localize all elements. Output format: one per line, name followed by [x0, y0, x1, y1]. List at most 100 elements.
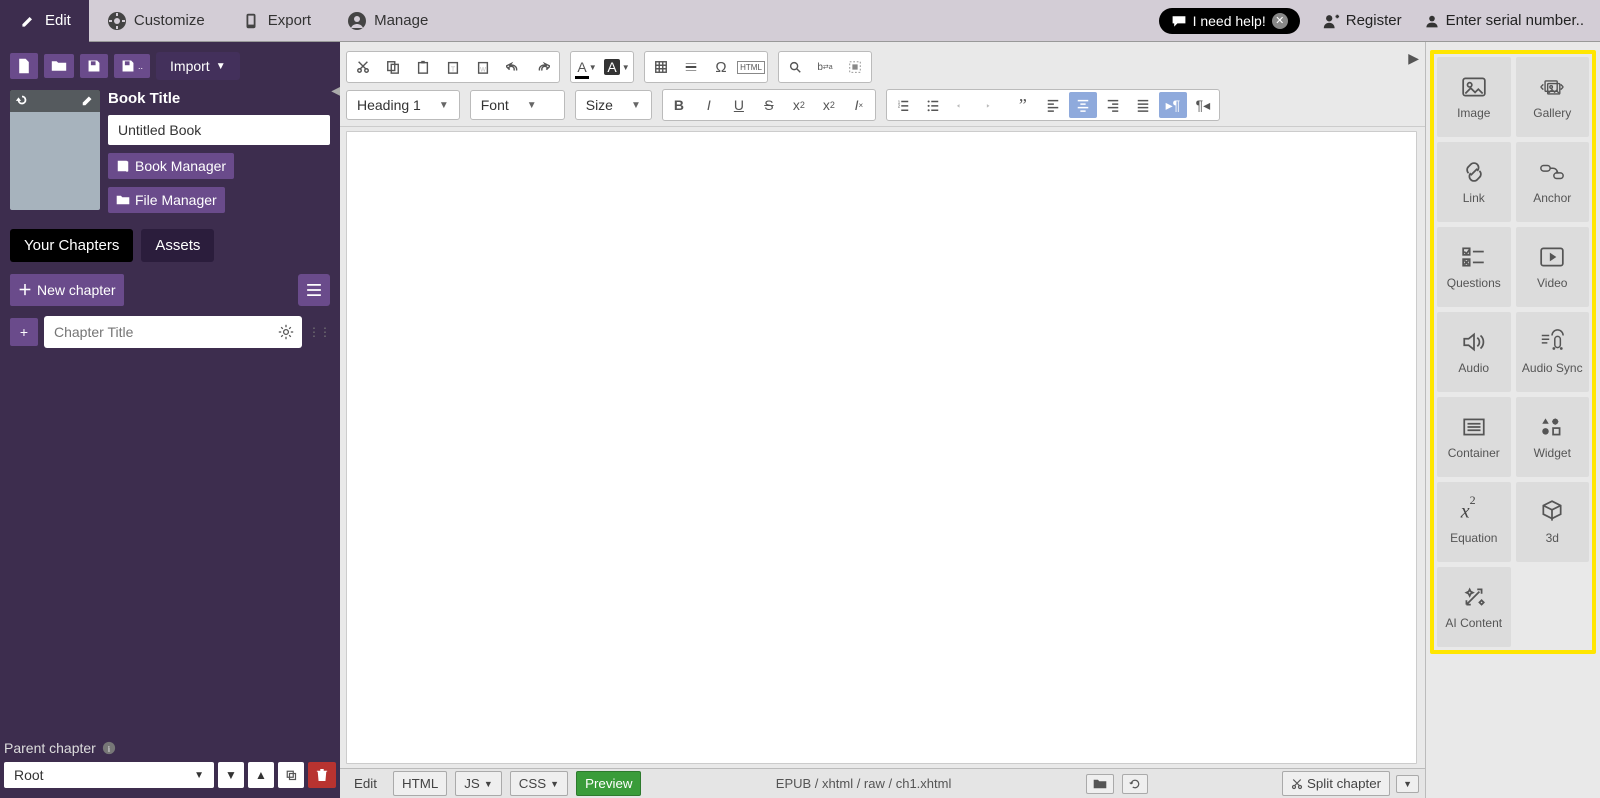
close-icon[interactable]: ✕ [1272, 13, 1288, 29]
subscript-button[interactable]: x2 [785, 92, 813, 118]
sidebar-tab-chapters[interactable]: Your Chapters [10, 229, 133, 262]
save-as-button[interactable]: .. [114, 54, 150, 78]
align-left-button[interactable] [1039, 92, 1067, 118]
split-dropdown-button[interactable]: ▼ [1396, 775, 1419, 793]
cut-button[interactable] [349, 54, 377, 80]
refresh-button[interactable] [1122, 774, 1148, 794]
move-up-button[interactable]: ▲ [248, 762, 274, 788]
insert-ai-button[interactable]: AI Content [1437, 567, 1511, 647]
duplicate-button[interactable] [278, 762, 304, 788]
paste-button[interactable] [409, 54, 437, 80]
insert-container-button[interactable]: Container [1437, 397, 1511, 477]
gear-icon[interactable] [278, 324, 294, 340]
book-manager-button[interactable]: Book Manager [108, 153, 234, 179]
find-button[interactable] [781, 54, 809, 80]
insert-gallery-button[interactable]: Gallery [1516, 57, 1590, 137]
tab-customize[interactable]: Customize [89, 0, 223, 42]
register-link[interactable]: Register [1322, 12, 1402, 30]
help-button[interactable]: I need help! ✕ [1159, 8, 1300, 34]
edit-icon[interactable] [81, 93, 95, 109]
info-icon[interactable]: i [102, 741, 116, 755]
paste-word-button[interactable]: W [469, 54, 497, 80]
delete-button[interactable] [308, 762, 336, 788]
book-title-input[interactable] [108, 115, 330, 145]
insert-3d-button[interactable]: 3d [1516, 482, 1590, 562]
paste-text-button[interactable]: T [439, 54, 467, 80]
book-thumbnail[interactable] [10, 90, 100, 210]
new-chapter-label: New chapter [37, 282, 116, 298]
special-char-button[interactable]: Ω [707, 54, 735, 80]
ul-button[interactable] [919, 92, 947, 118]
indent-button[interactable] [979, 92, 1007, 118]
editor-canvas[interactable] [346, 131, 1417, 764]
drag-handle-icon[interactable]: ⋮⋮ [308, 330, 330, 335]
outdent-button[interactable] [949, 92, 977, 118]
split-chapter-button[interactable]: Split chapter [1282, 771, 1390, 796]
align-center-button[interactable] [1069, 92, 1097, 118]
parent-chapter-select[interactable]: Root ▼ [4, 762, 214, 788]
insert-anchor-button[interactable]: Anchor [1516, 142, 1590, 222]
table-button[interactable] [647, 54, 675, 80]
insert-link-label: Link [1463, 191, 1485, 205]
sidebar-tab-assets[interactable]: Assets [141, 229, 214, 262]
footer-js-button[interactable]: JS ▼ [455, 771, 501, 796]
underline-button[interactable]: U [725, 92, 753, 118]
expand-toolbar-icon[interactable]: ▶ [1408, 50, 1419, 67]
insert-widget-button[interactable]: Widget [1516, 397, 1590, 477]
undo-button[interactable] [499, 54, 527, 80]
user-circle-icon [347, 11, 367, 31]
footer-preview-button[interactable]: Preview [576, 771, 641, 796]
replace-button[interactable]: b⇄a [811, 54, 839, 80]
insert-audiosync-button[interactable]: Audio Sync [1516, 312, 1590, 392]
serial-link[interactable]: Enter serial number.. [1424, 12, 1584, 29]
bold-button[interactable]: B [665, 92, 693, 118]
strike-button[interactable]: S [755, 92, 783, 118]
italic-button[interactable]: I [695, 92, 723, 118]
text-color-button[interactable]: A▼ [573, 54, 601, 80]
superscript-button[interactable]: x2 [815, 92, 843, 118]
open-folder-button[interactable] [1086, 774, 1114, 794]
bg-color-button[interactable]: A▼ [603, 54, 631, 80]
footer-css-button[interactable]: CSS ▼ [510, 771, 568, 796]
insert-image-button[interactable]: Image [1437, 57, 1511, 137]
ol-button[interactable]: 12 [889, 92, 917, 118]
import-button[interactable]: Import ▼ [156, 52, 240, 80]
size-select[interactable]: Size▼ [575, 90, 652, 120]
insert-audio-button[interactable]: Audio [1437, 312, 1511, 392]
chevron-down-icon: ▼ [439, 100, 449, 111]
chapter-menu-button[interactable] [298, 274, 330, 306]
undo-icon[interactable] [15, 93, 29, 109]
copy-button[interactable] [379, 54, 407, 80]
clear-format-button[interactable]: I× [845, 92, 873, 118]
align-right-button[interactable] [1099, 92, 1127, 118]
quote-button[interactable]: ” [1009, 92, 1037, 118]
tab-edit[interactable]: Edit [0, 0, 89, 42]
html-snippet-button[interactable]: HTML [737, 54, 765, 80]
font-label: Font [481, 97, 509, 113]
align-justify-button[interactable] [1129, 92, 1157, 118]
move-down-button[interactable]: ▼ [218, 762, 244, 788]
insert-link-button[interactable]: Link [1437, 142, 1511, 222]
rtl-button[interactable]: ¶◂ [1189, 92, 1217, 118]
insert-questions-button[interactable]: Questions [1437, 227, 1511, 307]
select-all-button[interactable] [841, 54, 869, 80]
insert-video-button[interactable]: Video [1516, 227, 1590, 307]
insert-3d-label: 3d [1546, 531, 1559, 545]
tab-manage[interactable]: Manage [329, 0, 446, 42]
add-chapter-button[interactable]: + [10, 318, 38, 346]
redo-button[interactable] [529, 54, 557, 80]
chapter-title-input[interactable] [44, 316, 302, 348]
open-folder-button[interactable] [44, 54, 74, 78]
save-button[interactable] [80, 54, 108, 78]
new-chapter-button[interactable]: ＋ New chapter [10, 274, 124, 306]
new-file-button[interactable] [10, 53, 38, 79]
hr-button[interactable] [677, 54, 705, 80]
ltr-button[interactable]: ▸¶ [1159, 92, 1187, 118]
heading-select[interactable]: Heading 1▼ [346, 90, 460, 120]
tab-export[interactable]: Export [223, 0, 329, 42]
footer-html-button[interactable]: HTML [393, 771, 447, 796]
font-select[interactable]: Font▼ [470, 90, 565, 120]
footer-edit-button[interactable]: Edit [346, 772, 385, 795]
file-manager-button[interactable]: File Manager [108, 187, 225, 213]
insert-equation-button[interactable]: x2 Equation [1437, 482, 1511, 562]
